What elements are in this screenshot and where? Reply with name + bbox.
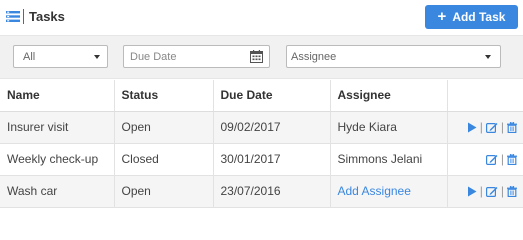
row-actions: | | (447, 175, 523, 208)
trash-icon[interactable] (507, 121, 517, 133)
page-header: Tasks + Add Task (0, 0, 523, 35)
title-divider (23, 9, 24, 24)
add-task-button[interactable]: + Add Task (425, 5, 518, 29)
assignee-filter-select[interactable]: Assignee (286, 45, 501, 68)
column-header-status[interactable]: Status (114, 80, 214, 112)
action-separator: | (500, 120, 504, 135)
table-header-row: Name Status Due Date Assignee (0, 80, 523, 112)
table-row: Weekly check-up Closed 30/01/2017 Simmon… (0, 143, 523, 176)
task-status: Open (114, 111, 214, 144)
action-separator: | (479, 120, 483, 135)
page-title: Tasks (29, 9, 65, 24)
list-icon (6, 11, 20, 22)
action-separator: | (500, 184, 504, 199)
action-separator: | (479, 184, 483, 199)
edit-icon[interactable] (485, 186, 498, 197)
edit-icon[interactable] (485, 122, 498, 133)
column-header-actions (447, 80, 523, 112)
play-icon[interactable] (467, 186, 477, 197)
task-assignee: Simmons Jelani (330, 143, 448, 176)
table-row: Wash car Open 23/07/2016 Add Assignee | | (0, 175, 523, 208)
row-actions: | | (447, 111, 523, 144)
trash-icon[interactable] (507, 153, 517, 165)
task-name: Wash car (0, 175, 115, 208)
task-due-date: 30/01/2017 (213, 143, 331, 176)
table-row: Insurer visit Open 09/02/2017 Hyde Kiara… (0, 111, 523, 144)
chevron-down-icon (94, 55, 100, 59)
filter-bar: All Due Date Assignee (0, 35, 523, 79)
column-header-due-date[interactable]: Due Date (213, 80, 331, 112)
add-task-label: Add Task (452, 10, 506, 24)
trash-icon[interactable] (507, 185, 517, 197)
edit-icon[interactable] (485, 154, 498, 165)
plus-icon: + (437, 8, 447, 25)
action-separator: | (500, 152, 504, 167)
task-status: Open (114, 175, 214, 208)
add-assignee-link[interactable]: Add Assignee (338, 184, 411, 198)
assignee-filter-value: Assignee (291, 50, 337, 63)
status-filter-value: All (23, 50, 36, 63)
due-date-placeholder: Due Date (130, 50, 177, 63)
due-date-filter-input[interactable]: Due Date (123, 45, 270, 68)
task-name: Insurer visit (0, 111, 115, 144)
tasks-table: Name Status Due Date Assignee Insurer vi… (0, 80, 523, 208)
column-header-assignee[interactable]: Assignee (330, 80, 448, 112)
play-icon[interactable] (467, 122, 477, 133)
calendar-icon[interactable] (250, 50, 263, 63)
status-filter-select[interactable]: All (13, 45, 108, 68)
column-header-name[interactable]: Name (0, 80, 115, 112)
task-status: Closed (114, 143, 214, 176)
row-actions: | (447, 143, 523, 176)
chevron-down-icon (485, 55, 491, 59)
task-assignee: Add Assignee (330, 175, 448, 208)
task-due-date: 23/07/2016 (213, 175, 331, 208)
task-due-date: 09/02/2017 (213, 111, 331, 144)
task-name: Weekly check-up (0, 143, 115, 176)
task-assignee: Hyde Kiara (330, 111, 448, 144)
